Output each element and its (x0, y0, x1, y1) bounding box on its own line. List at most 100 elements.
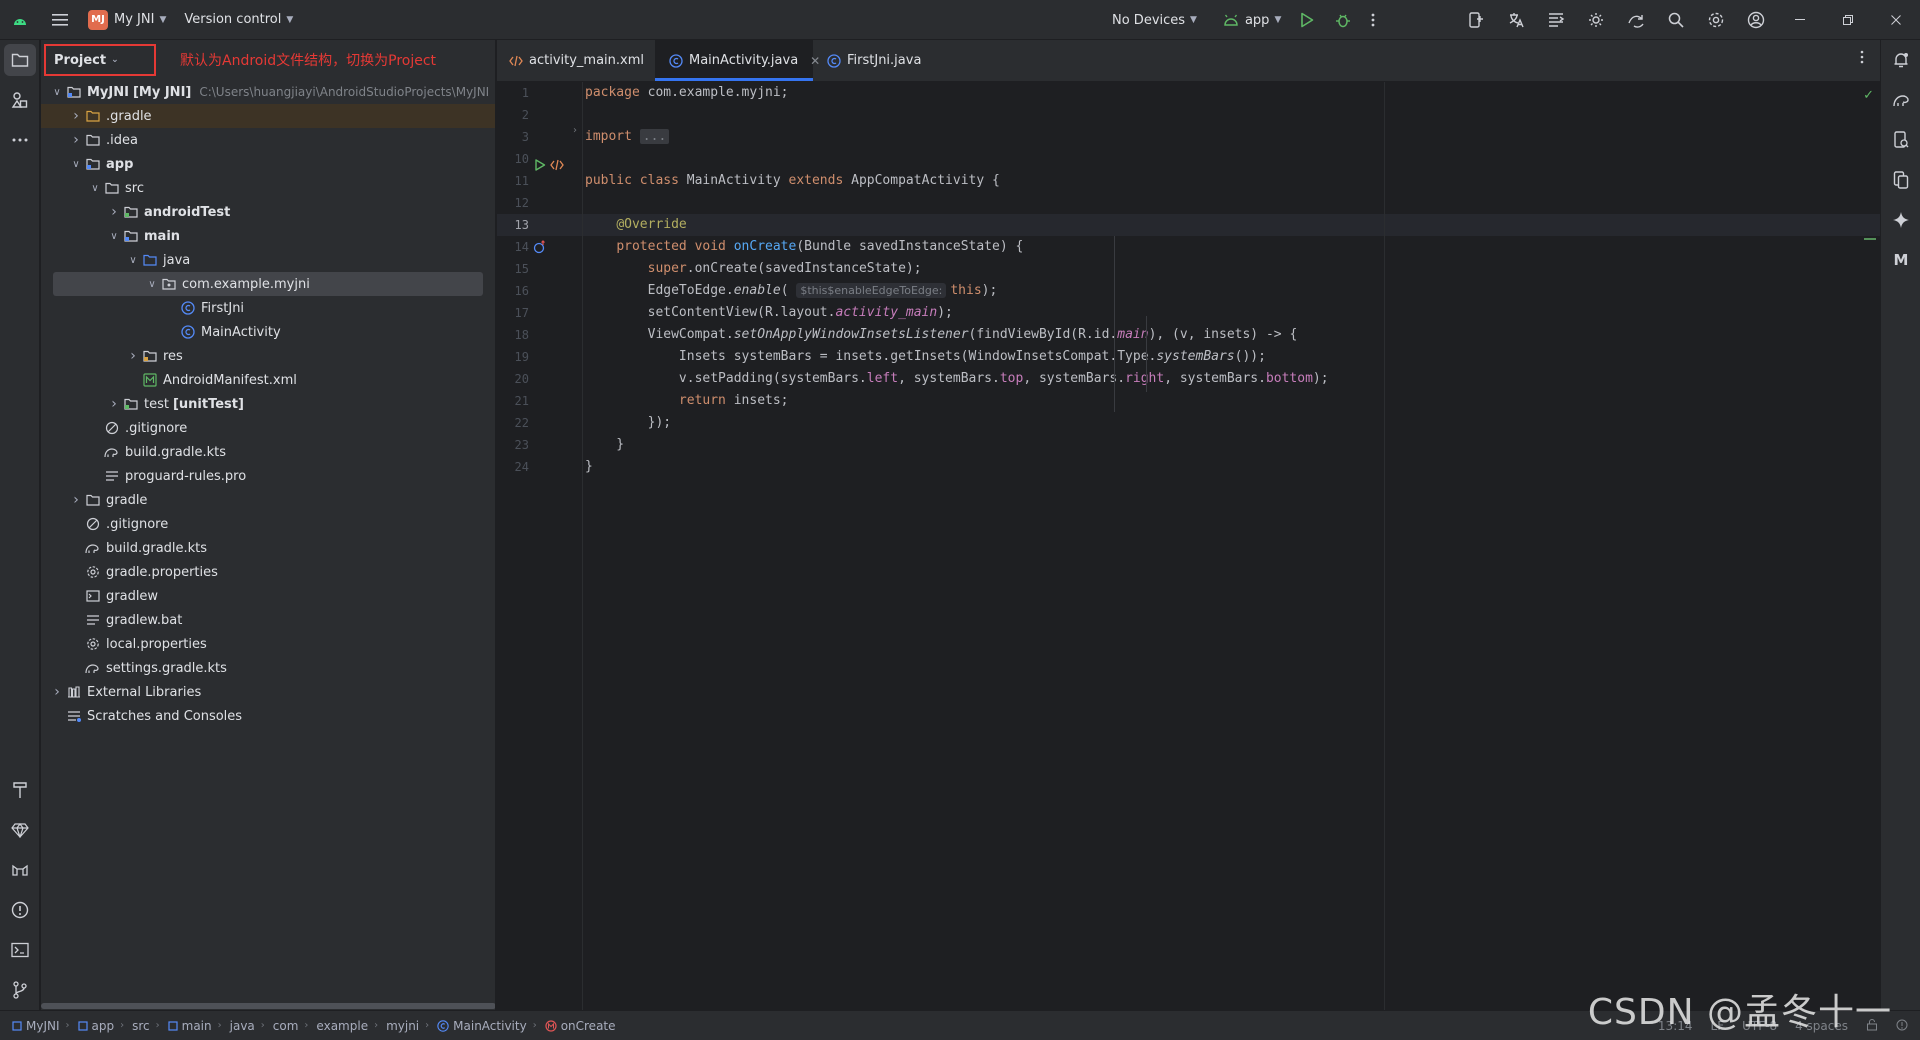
tree-item[interactable]: Scratches and Consoles (41, 704, 495, 728)
close-window-icon[interactable] (1872, 5, 1920, 35)
run-gutter-icon[interactable] (532, 157, 548, 173)
chevron-right-icon[interactable]: › (106, 204, 122, 220)
layout-inspector-icon[interactable] (1536, 5, 1576, 35)
more-vertical-icon[interactable] (1361, 5, 1385, 35)
tree-item[interactable]: ∨ app (41, 152, 495, 176)
code-line[interactable]: @Override (585, 214, 686, 236)
device-file-explorer-icon[interactable] (1885, 124, 1917, 156)
code-line[interactable]: import ... (585, 126, 670, 148)
project-switcher[interactable]: MJ My JNI ▼ (88, 5, 166, 35)
breadcrumb-item[interactable]: MyJNI (12, 1019, 60, 1033)
fold-toggle-icon[interactable]: › (567, 122, 583, 138)
chevron-down-icon[interactable]: ∨ (106, 231, 122, 242)
debug-icon[interactable] (1325, 5, 1361, 35)
running-devices-icon[interactable] (1885, 164, 1917, 196)
tree-item[interactable]: ∨ java (41, 248, 495, 272)
code-tag-icon[interactable] (549, 157, 565, 173)
tree-item[interactable]: gradlew (41, 584, 495, 608)
gemini-sparkle-icon[interactable] (1885, 204, 1917, 236)
tab-options-icon[interactable] (1860, 50, 1864, 68)
chevron-right-icon[interactable]: › (125, 348, 141, 364)
breadcrumb-item[interactable]: onCreate (545, 1019, 616, 1033)
code-line[interactable]: protected void onCreate(Bundle savedInst… (585, 236, 1023, 258)
override-method-icon[interactable] (532, 239, 548, 255)
chevron-down-icon[interactable]: ∨ (87, 183, 103, 194)
problems-icon[interactable] (4, 894, 36, 926)
code-line[interactable]: super.onCreate(savedInstanceState); (585, 258, 922, 280)
breadcrumb-item[interactable]: src (132, 1019, 150, 1033)
gradle-tool-icon[interactable] (1885, 84, 1917, 116)
tree-item[interactable]: .gitignore (41, 512, 495, 536)
tab-mainactivity-java[interactable]: MainActivity.java ✕ (655, 40, 820, 81)
tree-item[interactable]: gradle.properties (41, 560, 495, 584)
tab-firstjni-java[interactable]: FirstJni.java (813, 40, 935, 81)
translate-icon[interactable] (1496, 5, 1536, 35)
chevron-right-icon[interactable]: › (68, 132, 84, 148)
tree-item[interactable]: › External Libraries (41, 680, 495, 704)
code-line[interactable]: EdgeToEdge.enable( $this$enableEdgeToEdg… (585, 280, 997, 302)
inspection-ok-icon[interactable]: ✓ (1863, 88, 1874, 103)
chevron-right-icon[interactable]: › (49, 684, 65, 700)
resource-manager-icon[interactable] (4, 84, 36, 116)
breadcrumb-item[interactable]: com (273, 1019, 299, 1033)
project-tool-icon[interactable] (4, 44, 36, 76)
code-line[interactable]: } (585, 456, 593, 478)
breadcrumb-item[interactable]: example (316, 1019, 368, 1033)
code-line[interactable]: v.setPadding(systemBars.left, systemBars… (585, 368, 1329, 390)
code-line[interactable]: ViewCompat.setOnApplyWindowInsetsListene… (585, 324, 1298, 346)
terminal-icon[interactable] (4, 934, 36, 966)
chevron-down-icon[interactable]: ∨ (68, 159, 84, 170)
code-line[interactable]: setContentView(R.layout.activity_main); (585, 302, 953, 324)
m-tool-icon[interactable]: M (1885, 244, 1917, 276)
code-line[interactable]: return insets; (585, 390, 789, 412)
tree-item[interactable]: FirstJni (41, 296, 495, 320)
tree-item[interactable]: local.properties (41, 632, 495, 656)
code-line[interactable]: }); (585, 412, 671, 434)
search-icon[interactable] (1656, 5, 1696, 35)
tree-item[interactable]: ∨ com.example.myjni (53, 272, 483, 296)
run-config-selector[interactable]: app ▼ (1223, 5, 1281, 35)
tree-item[interactable]: ∨ main (41, 224, 495, 248)
minimize-icon[interactable] (1776, 5, 1824, 35)
more-tools-icon[interactable] (4, 124, 36, 156)
tree-item[interactable]: MainActivity (41, 320, 495, 344)
project-view-dropdown[interactable]: Project ⌄ (44, 44, 156, 76)
settings-gear-icon[interactable] (1696, 5, 1736, 35)
breadcrumb-item[interactable]: myjni (386, 1019, 419, 1033)
tree-item[interactable]: ∨ src (41, 176, 495, 200)
chevron-right-icon[interactable]: › (68, 108, 84, 124)
device-manager-icon[interactable] (1456, 5, 1496, 35)
tree-item[interactable]: settings.gradle.kts (41, 656, 495, 680)
tree-item[interactable]: › res (41, 344, 495, 368)
chevron-down-icon[interactable]: ∨ (49, 87, 65, 98)
notifications-icon[interactable] (1885, 44, 1917, 76)
scrollbar-thumb[interactable] (41, 1003, 495, 1009)
horizontal-scrollbar[interactable] (41, 1002, 495, 1010)
code-line[interactable]: public class MainActivity extends AppCom… (585, 170, 1000, 192)
tree-item[interactable]: ∨ MyJNI [My JNI] C:\Users\huangjiayi\Androi… (41, 80, 495, 104)
warning-icon[interactable] (1896, 1019, 1908, 1034)
sync-gradle-icon[interactable] (1616, 5, 1656, 35)
tree-item[interactable]: gradlew.bat (41, 608, 495, 632)
main-menu-icon[interactable] (42, 5, 78, 35)
tree-item[interactable]: › test [unitTest] (41, 392, 495, 416)
tree-item[interactable]: › .gradle (41, 104, 495, 128)
tree-item[interactable]: › .idea (41, 128, 495, 152)
breadcrumb-item[interactable]: java (230, 1019, 255, 1033)
code-line[interactable]: package com.example.myjni; (585, 82, 789, 104)
tree-item[interactable]: › androidTest (41, 200, 495, 224)
breadcrumb-item[interactable]: app (77, 1019, 114, 1033)
logcat-icon[interactable] (4, 854, 36, 886)
breadcrumb-item[interactable]: MainActivity (437, 1019, 527, 1033)
tree-item[interactable]: build.gradle.kts (41, 440, 495, 464)
git-branch-icon[interactable] (4, 974, 36, 1006)
chevron-right-icon[interactable]: › (106, 396, 122, 412)
code-line[interactable]: } (585, 434, 624, 456)
chevron-down-icon[interactable]: ∨ (144, 279, 160, 290)
code-line[interactable]: Insets systemBars = insets.getInsets(Win… (585, 346, 1266, 368)
build-hammer-icon[interactable] (4, 774, 36, 806)
tree-item[interactable]: › gradle (41, 488, 495, 512)
gear-bug-icon[interactable] (1576, 5, 1616, 35)
tree-item[interactable]: .gitignore (41, 416, 495, 440)
tab-activity-main-xml[interactable]: activity_main.xml (497, 40, 655, 81)
